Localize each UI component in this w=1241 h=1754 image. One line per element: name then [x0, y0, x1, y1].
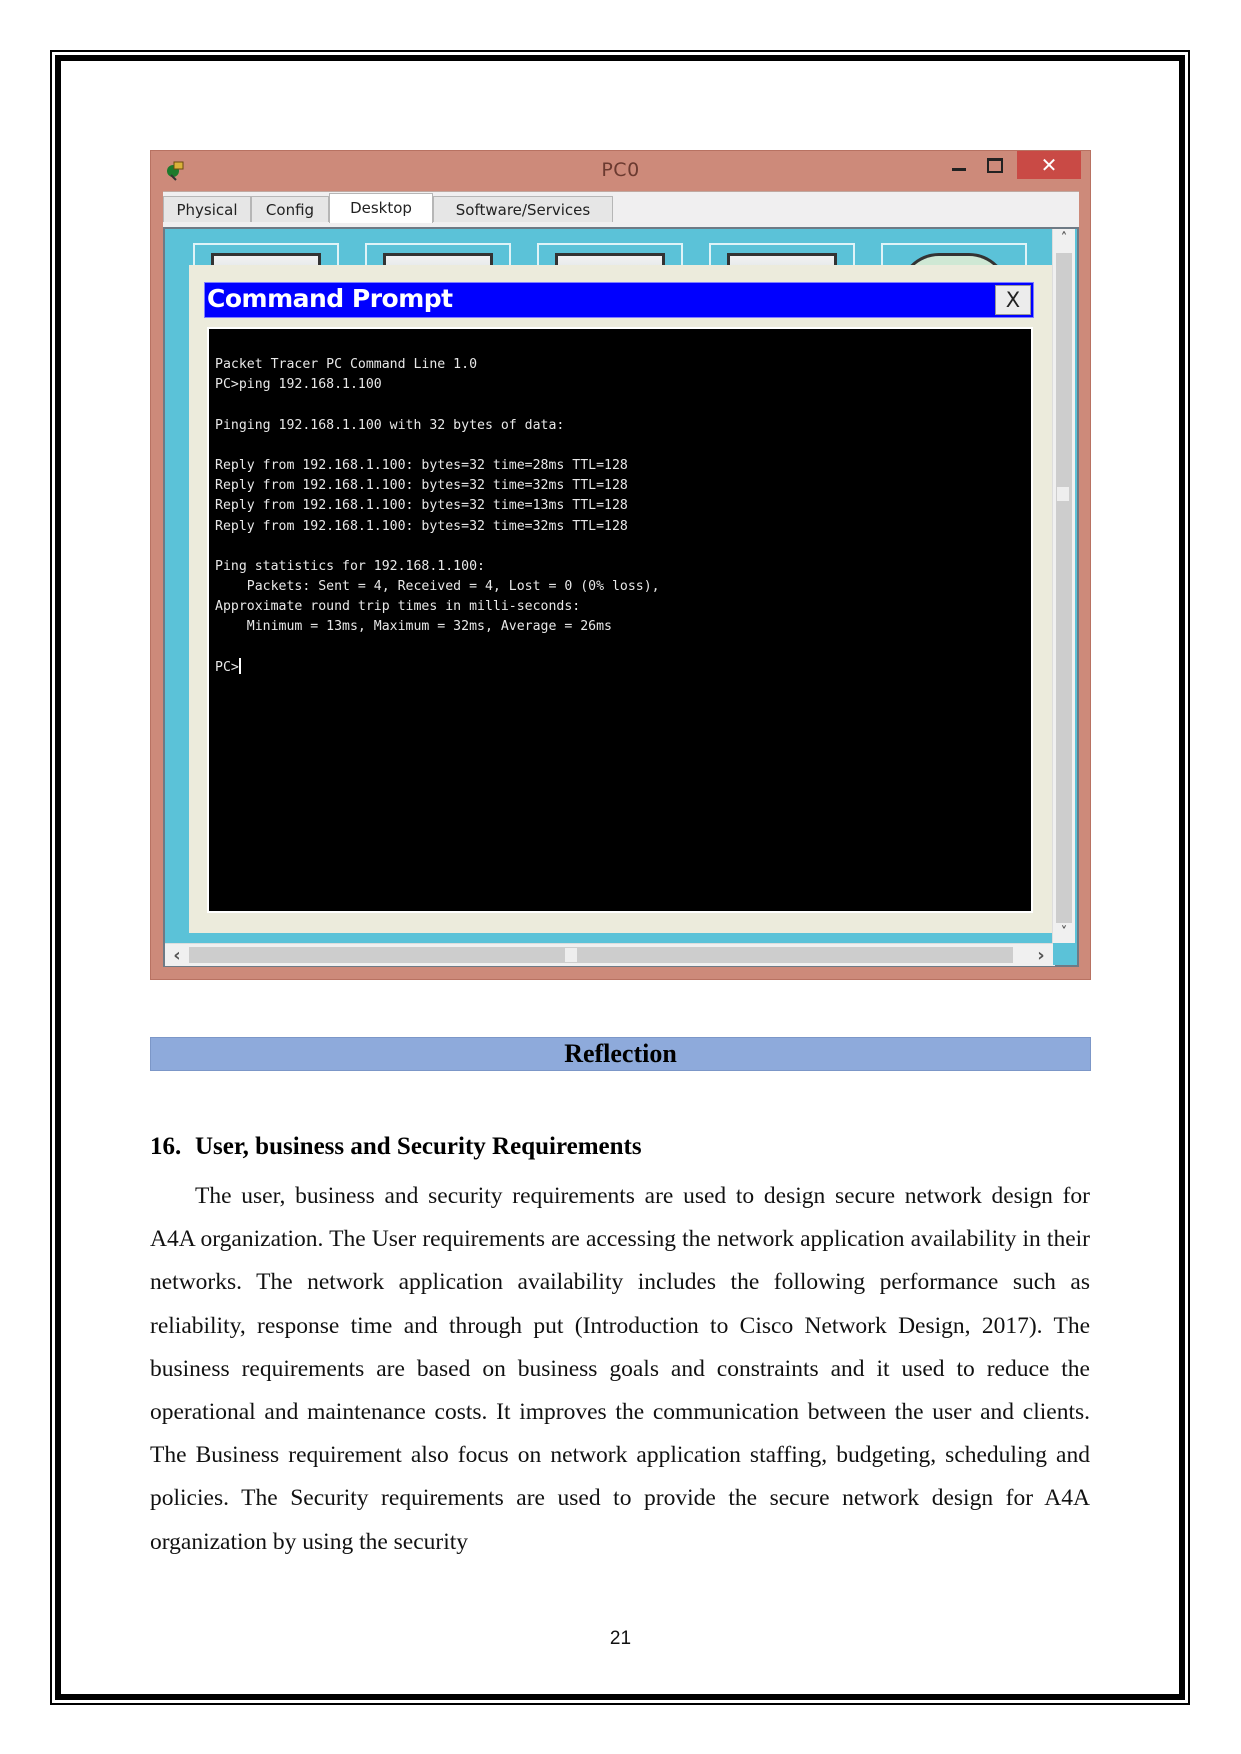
close-button[interactable]: ✕: [1017, 151, 1081, 179]
scroll-left-icon[interactable]: ‹: [167, 945, 187, 966]
terminal-line: Reply from 192.168.1.100: bytes=32 time=…: [215, 498, 628, 514]
scroll-right-icon[interactable]: ›: [1031, 945, 1051, 966]
horizontal-scrollbar[interactable]: ‹ ›: [165, 943, 1055, 966]
close-icon: ✕: [1040, 153, 1058, 177]
command-prompt-window: Command Prompt X Packet Tracer PC Comman…: [189, 265, 1055, 933]
vertical-scroll-thumb[interactable]: [1057, 487, 1069, 501]
terminal-line: Minimum = 13ms, Maximum = 32ms, Average …: [215, 619, 612, 635]
tab-config[interactable]: Config: [251, 196, 329, 222]
horizontal-scroll-track[interactable]: [189, 947, 1013, 963]
tab-desktop[interactable]: Desktop: [329, 193, 433, 223]
section-heading: 16. User, business and Security Requireme…: [150, 1133, 642, 1161]
command-prompt-titlebar[interactable]: Command Prompt X: [204, 282, 1034, 318]
terminal-prompt-line[interactable]: PC>: [215, 657, 1025, 678]
terminal-line: PC>ping 192.168.1.100: [215, 377, 382, 393]
terminal-output[interactable]: Packet Tracer PC Command Line 1.0 PC>ping…: [207, 327, 1033, 913]
tab-software-services[interactable]: Software/Services: [433, 196, 613, 222]
text-cursor: [238, 657, 241, 674]
horizontal-scroll-thumb[interactable]: [565, 948, 577, 962]
terminal-line: Packet Tracer PC Command Line 1.0: [215, 357, 478, 372]
section-title: User, business and Security Requirements: [195, 1133, 642, 1160]
scroll-down-icon[interactable]: ˅: [1054, 925, 1074, 940]
tab-physical[interactable]: Physical: [163, 196, 251, 222]
terminal-line: Approximate round trip times in milli-se…: [215, 599, 581, 615]
terminal-line: Reply from 192.168.1.100: bytes=32 time=…: [215, 478, 628, 494]
window-titlebar[interactable]: PC0 ✕: [151, 151, 1090, 189]
command-prompt-title: Command Prompt: [207, 284, 453, 313]
minimize-icon: [952, 167, 966, 171]
section-number: 16.: [150, 1133, 182, 1160]
terminal-line: Reply from 192.168.1.100: bytes=32 time=…: [215, 518, 628, 534]
maximize-button[interactable]: [977, 151, 1013, 179]
pc0-window: PC0 ✕ Physical Config Desktop Software/S…: [150, 150, 1091, 980]
command-prompt-close-button[interactable]: X: [995, 285, 1031, 315]
terminal-line: Pinging 192.168.1.100 with 32 bytes of d…: [215, 417, 565, 433]
scrollbar-corner: [1053, 943, 1075, 965]
vertical-scrollbar[interactable]: ˄ ˅: [1052, 229, 1075, 947]
terminal-line: Ping statistics for 192.168.1.100:: [215, 558, 485, 574]
vertical-scroll-track[interactable]: [1056, 253, 1072, 923]
page-number: 21: [609, 1628, 632, 1649]
maximize-icon: [987, 157, 1003, 173]
terminal-line: Packets: Sent = 4, Received = 4, Lost = …: [215, 579, 660, 595]
minimize-button[interactable]: [941, 151, 977, 179]
reflection-heading: Reflection: [150, 1037, 1091, 1071]
terminal-line: Reply from 192.168.1.100: bytes=32 time=…: [215, 457, 628, 473]
tab-bar: Physical Config Desktop Software/Service…: [163, 191, 1079, 228]
scroll-up-icon[interactable]: ˄: [1054, 231, 1074, 246]
body-paragraph: The user, business and security requirem…: [150, 1183, 1090, 1555]
terminal-prompt: PC>: [215, 659, 239, 675]
desktop-area: Command Prompt X Packet Tracer PC Comman…: [163, 227, 1079, 967]
